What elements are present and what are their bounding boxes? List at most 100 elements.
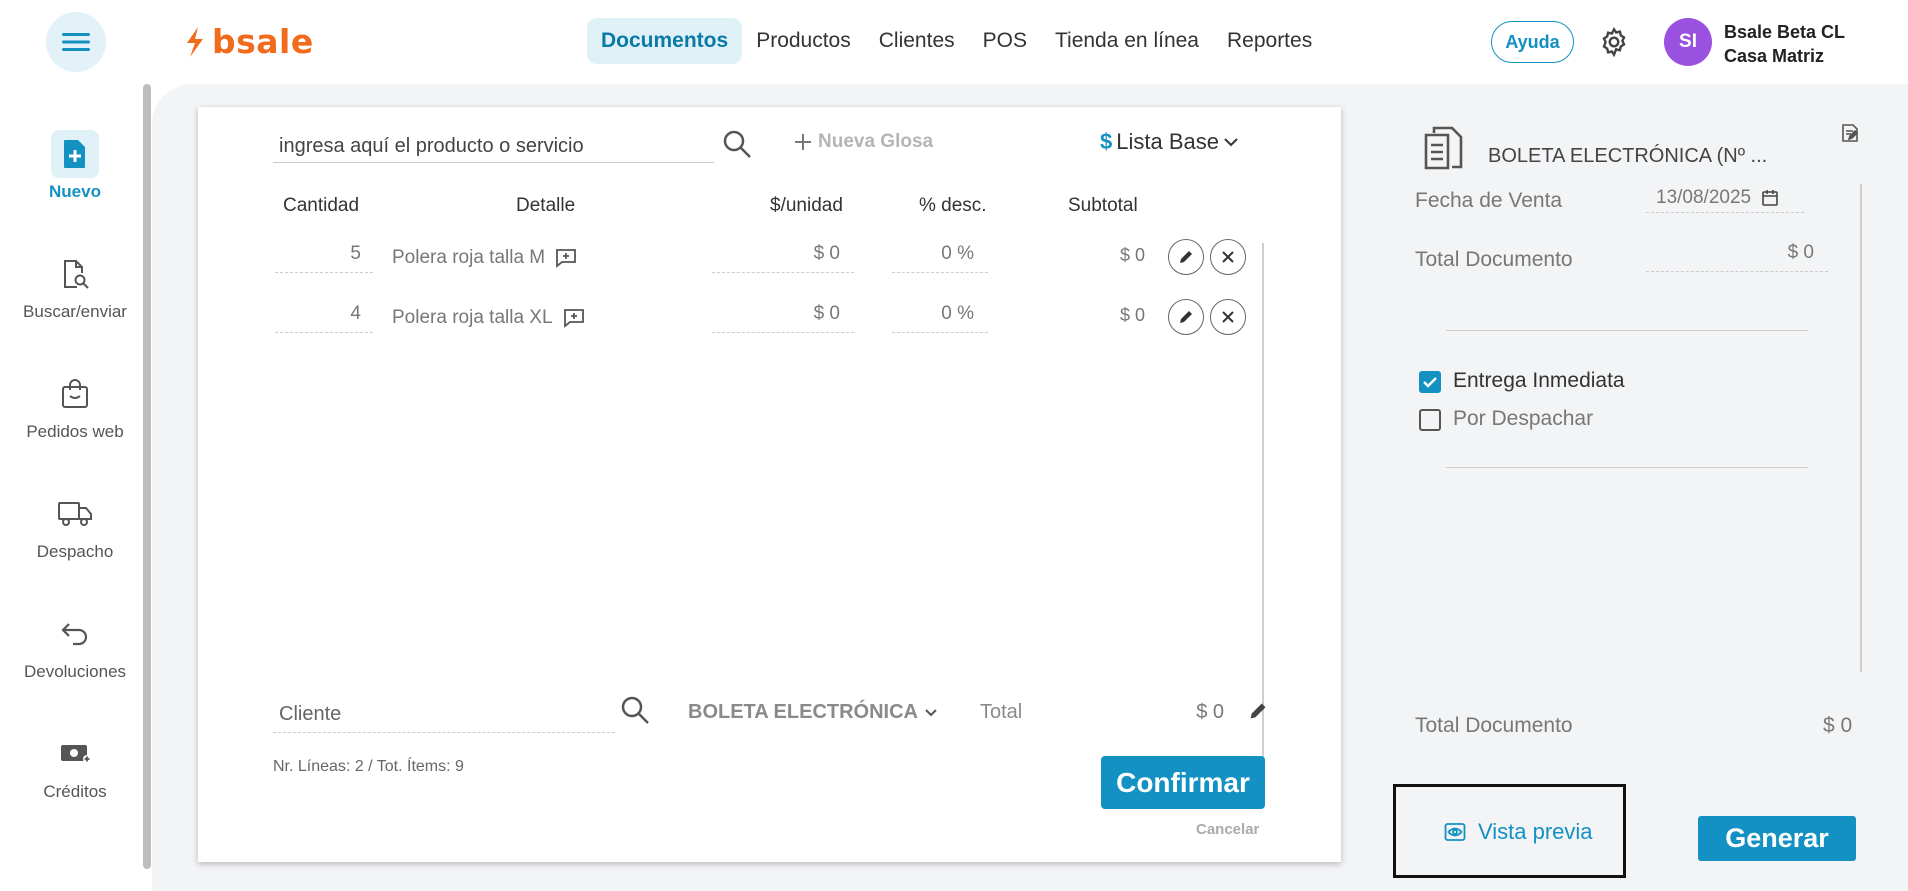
sidebar-item-despacho[interactable]: Despacho — [0, 490, 150, 562]
search-icon — [621, 696, 649, 724]
sidebar-item-label: Despacho — [36, 542, 114, 561]
gear-icon — [1602, 26, 1626, 58]
quantity-input[interactable]: 4 — [275, 303, 373, 333]
return-arrow-icon — [51, 610, 99, 658]
nav-clientes[interactable]: Clientes — [865, 18, 969, 64]
cancel-link[interactable]: Cancelar — [1196, 821, 1259, 838]
preview-label: Vista previa — [1478, 819, 1593, 844]
product-search-button[interactable] — [722, 129, 752, 164]
sale-date-label: Fecha de Venta — [1415, 189, 1563, 212]
sidebar-item-label: Devoluciones — [23, 662, 127, 681]
branch-name: Casa Matriz — [1724, 46, 1825, 66]
edit-line-button[interactable] — [1168, 239, 1204, 275]
discount-input[interactable]: 0 % — [892, 243, 988, 273]
lines-divider — [1262, 243, 1264, 773]
search-document-icon — [51, 250, 99, 298]
table-row: 5 Polera roja talla M $ 0 0 % $ 0 — [198, 239, 1341, 293]
plus-icon — [795, 134, 811, 150]
client-input[interactable]: Cliente — [273, 697, 615, 733]
footer-total-label: Total Documento — [1415, 714, 1573, 737]
sidebar-item-label: Créditos — [43, 782, 107, 801]
line-detail-text: Polera roja talla M — [392, 247, 546, 268]
footer-total-value: $ 0 — [1823, 714, 1853, 737]
hamburger-menu-button[interactable] — [46, 12, 106, 72]
edit-total-button[interactable] — [1248, 701, 1268, 726]
remove-line-button[interactable] — [1210, 299, 1246, 335]
delivery-dispatch-checkbox[interactable] — [1419, 409, 1441, 431]
add-comment-icon[interactable] — [563, 308, 585, 328]
sidebar-item-creditos[interactable]: Créditos — [0, 730, 150, 802]
help-button[interactable]: Ayuda — [1491, 21, 1574, 63]
lines-summary: Nr. Líneas: 2 / Tot. Ítems: 9 — [273, 758, 464, 775]
shopping-bag-icon — [51, 370, 99, 418]
preview-button[interactable]: Vista previa — [1444, 819, 1593, 845]
pencil-icon — [1250, 703, 1266, 719]
close-icon — [1222, 311, 1234, 323]
discount-input[interactable]: 0 % — [892, 303, 988, 333]
chevron-down-icon — [925, 709, 937, 717]
column-descuento: % desc. — [919, 195, 987, 216]
document-icon — [1422, 125, 1464, 176]
sidebar-item-pedidos[interactable]: Pedidos web — [0, 370, 150, 442]
delivery-dispatch-label[interactable]: Por Despachar — [1453, 407, 1593, 431]
hamburger-icon — [62, 33, 90, 51]
add-comment-icon[interactable] — [555, 248, 577, 268]
company-name: Bsale Beta CL — [1724, 22, 1846, 42]
price-list-select[interactable]: $ Lista Base — [1100, 129, 1239, 155]
confirm-button[interactable]: Confirmar — [1101, 756, 1265, 809]
sidebar-scrollbar[interactable] — [143, 84, 151, 869]
delivery-immediate-checkbox[interactable] — [1419, 371, 1441, 393]
nav-pos[interactable]: POS — [969, 18, 1041, 64]
total-document-label: Total Documento — [1415, 248, 1573, 271]
line-subtotal: $ 0 — [1119, 245, 1145, 265]
nav-tienda[interactable]: Tienda en línea — [1041, 18, 1213, 64]
settings-button[interactable] — [1598, 26, 1630, 63]
unit-price-input[interactable]: $ 0 — [712, 243, 854, 273]
sidebar-item-nuevo[interactable]: Nuevo — [0, 130, 150, 202]
check-icon — [1423, 377, 1437, 388]
delivery-immediate-label[interactable]: Entrega Inmediata — [1453, 369, 1625, 393]
sidebar-item-buscar[interactable]: Buscar/enviar — [0, 250, 150, 322]
document-type-select[interactable]: BOLETA ELECTRÓNICA — [688, 701, 938, 724]
sidebar-item-devoluciones[interactable]: Devoluciones — [0, 610, 150, 682]
sidebar: Nuevo Buscar/enviar Pedidos web Despacho… — [0, 84, 150, 891]
calendar-icon — [1762, 189, 1778, 206]
document-type-label: BOLETA ELECTRÓNICA — [688, 701, 918, 723]
line-detail: Polera roja talla M — [392, 247, 577, 269]
nav-reportes[interactable]: Reportes — [1213, 18, 1326, 64]
avatar[interactable]: SI — [1664, 18, 1712, 66]
line-detail-text: Polera roja talla XL — [392, 307, 553, 328]
sidebar-item-label: Buscar/enviar — [23, 302, 127, 321]
table-row: 4 Polera roja talla XL $ 0 0 % $ 0 — [198, 299, 1341, 353]
panel-divider — [1860, 184, 1862, 672]
dollar-symbol: $ — [1100, 129, 1113, 154]
pencil-icon — [1180, 311, 1192, 323]
column-cantidad: Cantidad — [283, 195, 360, 216]
main-nav: Documentos Productos Clientes POS Tienda… — [587, 18, 1326, 64]
nav-documentos[interactable]: Documentos — [587, 18, 743, 64]
product-search-input[interactable]: ingresa aquí el producto o servicio — [273, 127, 714, 163]
nav-productos[interactable]: Productos — [742, 18, 865, 64]
edit-document-button[interactable] — [1840, 123, 1860, 148]
edit-note-icon — [1842, 124, 1859, 142]
new-gloss-label: Nueva Glosa — [818, 131, 934, 152]
total-document-value: $ 0 — [1646, 242, 1828, 272]
sidebar-item-label: Pedidos web — [26, 422, 124, 441]
document-summary-panel: BOLETA ELECTRÓNICA (Nº ... Fecha de Vent… — [1400, 107, 1880, 887]
bsale-logo[interactable]: bsale — [184, 22, 314, 61]
user-info[interactable]: Bsale Beta CL Casa Matriz — [1724, 20, 1845, 68]
unit-price-input[interactable]: $ 0 — [712, 303, 854, 333]
logo-text: bsale — [212, 22, 314, 61]
divider — [1446, 467, 1808, 468]
remove-line-button[interactable] — [1210, 239, 1246, 275]
sale-date-value: 13/08/2025 — [1656, 186, 1752, 208]
sale-date-input[interactable]: 13/08/2025 — [1646, 183, 1804, 213]
column-detalle: Detalle — [516, 195, 576, 216]
edit-line-button[interactable] — [1168, 299, 1204, 335]
quantity-input[interactable]: 5 — [275, 243, 373, 273]
price-list-label: Lista Base — [1116, 129, 1219, 154]
generate-button[interactable]: Generar — [1698, 816, 1856, 861]
divider — [1446, 330, 1808, 331]
new-gloss-button[interactable]: Nueva Glosa — [794, 131, 933, 153]
client-search-button[interactable] — [620, 695, 650, 730]
